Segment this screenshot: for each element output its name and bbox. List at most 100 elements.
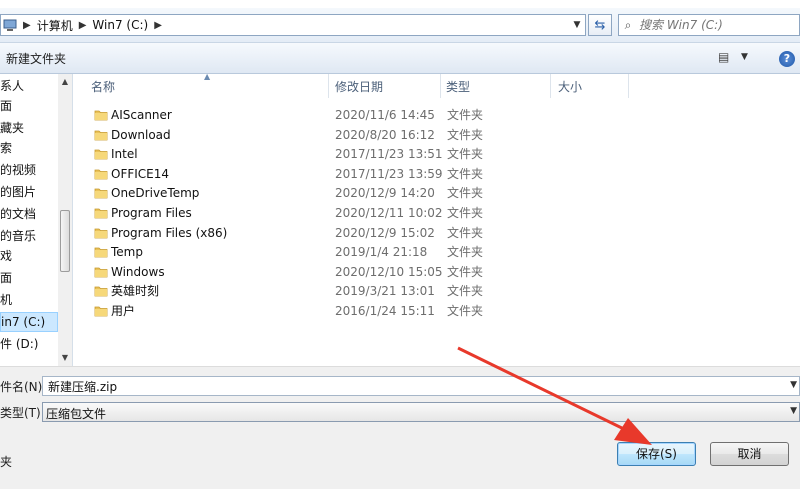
filename-chevron-down-icon[interactable]: ▼	[790, 380, 797, 390]
file-type: 文件夹	[447, 264, 484, 279]
column-header-name[interactable]: 名称	[91, 74, 115, 98]
file-row[interactable]: Windows 2020/12/10 15:05 文件夹	[88, 262, 608, 282]
file-row[interactable]: Program Files (x86) 2020/12/9 15:02 文件夹	[88, 223, 608, 243]
column-divider[interactable]	[628, 74, 629, 98]
column-divider[interactable]	[440, 74, 441, 98]
save-button[interactable]: 保存(S)	[617, 442, 696, 466]
file-row[interactable]: 用户 2016/1/24 15:11 文件夹	[88, 301, 608, 321]
file-name: Download	[111, 127, 171, 142]
scroll-up-arrow-icon[interactable]: ▲	[58, 74, 72, 90]
file-modified-date: 2020/12/9 15:02	[335, 225, 435, 240]
folder-icon	[94, 304, 108, 318]
column-divider[interactable]	[550, 74, 551, 98]
filename-label: 件名(N):	[0, 380, 47, 394]
folder-icon	[94, 108, 108, 122]
folder-icon	[94, 147, 108, 161]
file-type: 文件夹	[447, 186, 484, 201]
file-modified-date: 2019/3/21 13:01	[335, 284, 435, 299]
folder-icon	[94, 186, 108, 200]
cancel-button[interactable]: 取消	[710, 442, 789, 466]
nav-item-computer[interactable]: 机	[0, 290, 58, 310]
address-bar[interactable]: ▶ 计算机 ▶ Win7 (C:) ▶	[0, 14, 586, 36]
file-type: 文件夹	[447, 284, 484, 299]
file-name: Temp	[111, 245, 143, 260]
nav-item-videos[interactable]: 的视频	[0, 160, 58, 180]
search-input[interactable]	[637, 17, 791, 33]
filename-combobox[interactable]: ▼	[42, 376, 800, 396]
nav-item-desktop-2[interactable]: 面	[0, 268, 58, 288]
file-type: 文件夹	[447, 206, 484, 220]
filetype-value: 压缩包文件	[46, 407, 107, 421]
computer-icon	[3, 19, 17, 31]
scroll-down-arrow-icon[interactable]: ▼	[58, 350, 72, 366]
file-row[interactable]: 英雄时刻 2019/3/21 13:01 文件夹	[88, 281, 608, 301]
nav-item-search[interactable]: 索	[0, 138, 58, 158]
filetype-select[interactable]: 压缩包文件 ▼	[42, 402, 800, 422]
nav-item-games[interactable]: 戏	[0, 246, 58, 266]
filetype-label: 类型(T):	[0, 406, 45, 420]
file-modified-date: 2019/1/4 21:18	[335, 245, 428, 260]
nav-item-favorites[interactable]: 藏夹	[0, 118, 58, 138]
column-divider[interactable]	[328, 74, 329, 98]
sort-ascending-icon: ▲	[204, 72, 211, 81]
nav-item-contacts[interactable]: 系人	[0, 76, 58, 96]
file-row[interactable]: Download 2020/8/20 16:12 文件夹	[88, 125, 608, 145]
nav-item-drive-d[interactable]: 件 (D:)	[0, 334, 58, 354]
file-row[interactable]: OneDriveTemp 2020/12/9 14:20 文件夹	[88, 183, 608, 203]
file-type: 文件夹	[447, 166, 484, 181]
nav-item-desktop[interactable]: 面	[0, 96, 58, 116]
column-headers: 名称 修改日期 类型 大小	[80, 74, 800, 98]
column-header-type[interactable]: 类型	[446, 74, 470, 98]
file-row[interactable]: Intel 2017/11/23 13:51 文件夹	[88, 144, 608, 164]
breadcrumb-drive-c[interactable]: Win7 (C:)	[92, 18, 148, 32]
folder-icon	[94, 284, 108, 298]
file-modified-date: 2016/1/24 15:11	[335, 304, 435, 318]
filetype-chevron-down-icon[interactable]: ▼	[790, 406, 797, 416]
breadcrumb-separator-icon[interactable]: ▶	[73, 20, 93, 31]
folder-icon	[94, 206, 108, 220]
view-chevron-down-icon[interactable]: ▼	[741, 52, 748, 62]
file-name: Program Files (x86)	[111, 225, 228, 240]
file-modified-date: 2017/11/23 13:59	[335, 166, 443, 181]
file-type: 文件夹	[447, 245, 484, 260]
file-name: 用户	[111, 304, 136, 318]
nav-item-documents[interactable]: 的文档	[0, 204, 58, 224]
scrollbar-thumb[interactable]	[60, 210, 70, 272]
file-type: 文件夹	[447, 304, 484, 318]
file-row[interactable]: Temp 2019/1/4 21:18 文件夹	[88, 242, 608, 262]
hide-folders-toggle[interactable]: 夹	[0, 453, 12, 470]
file-modified-date: 2017/11/23 13:51	[335, 147, 443, 162]
folder-icon	[94, 128, 108, 142]
file-name: Windows	[111, 264, 165, 279]
search-icon: ⌕	[624, 17, 632, 32]
column-header-date[interactable]: 修改日期	[335, 74, 383, 98]
address-history-chevron-down-icon[interactable]: ▼	[567, 14, 587, 36]
file-name: 英雄时刻	[111, 284, 160, 299]
file-row[interactable]: OFFICE14 2017/11/23 13:59 文件夹	[88, 164, 608, 184]
file-modified-date: 2020/8/20 16:12	[335, 127, 435, 142]
new-folder-button[interactable]: 新建文件夹	[6, 50, 66, 68]
nav-item-pictures[interactable]: 的图片	[0, 182, 58, 202]
breadcrumb-computer[interactable]: 计算机	[37, 17, 73, 34]
breadcrumb-separator-icon[interactable]: ▶	[17, 20, 37, 31]
file-type: 文件夹	[447, 127, 484, 142]
view-options-icon[interactable]: ▤	[718, 50, 729, 64]
file-name: OneDriveTemp	[111, 186, 200, 201]
nav-item-music[interactable]: 的音乐	[0, 226, 58, 246]
help-icon[interactable]: ?	[779, 51, 795, 67]
file-row[interactable]: Program Files 2020/12/11 10:02 文件夹	[88, 203, 608, 223]
refresh-icon: ⇆	[594, 17, 606, 33]
filename-input[interactable]	[46, 378, 780, 394]
toolbar	[0, 43, 800, 74]
folder-icon	[94, 245, 108, 259]
folder-icon	[94, 226, 108, 240]
column-header-size[interactable]: 大小	[558, 74, 582, 98]
file-row[interactable]: AIScanner 2020/11/6 14:45 文件夹	[88, 105, 608, 125]
search-box[interactable]: ⌕	[618, 14, 800, 36]
file-name: AIScanner	[111, 108, 172, 122]
nav-item-drive-c[interactable]: in7 (C:)	[0, 312, 58, 332]
refresh-button[interactable]: ⇆	[588, 14, 612, 36]
file-type: 文件夹	[447, 147, 484, 162]
breadcrumb-separator-icon[interactable]: ▶	[148, 20, 168, 31]
file-type: 文件夹	[447, 225, 484, 240]
